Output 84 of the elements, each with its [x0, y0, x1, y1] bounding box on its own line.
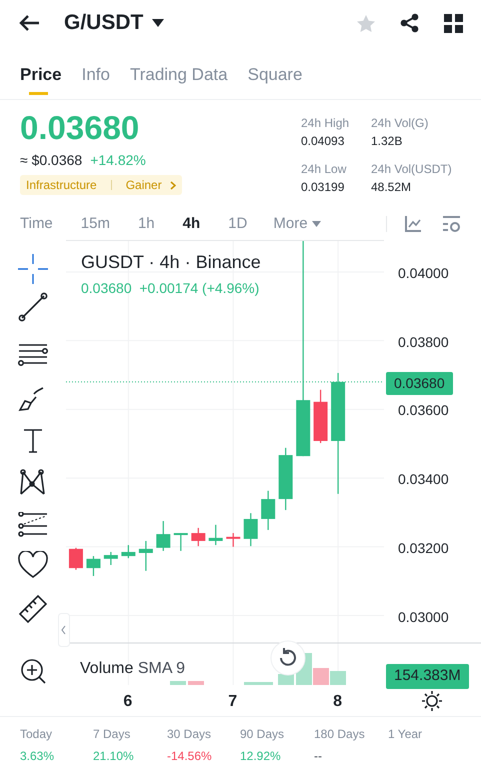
price-axis-label: 0.04000	[398, 264, 449, 283]
grid-icon[interactable]	[444, 14, 463, 32]
interval-tab[interactable]: 1D	[228, 212, 248, 236]
candle	[174, 533, 188, 551]
interval-tab[interactable]: Time	[20, 212, 53, 236]
stat-label: 24h High	[301, 115, 350, 132]
chart-settings-icon[interactable]	[441, 216, 461, 232]
tag: Gainer	[126, 176, 162, 194]
candle	[314, 390, 328, 444]
tag: Infrastructure	[26, 176, 97, 194]
share-icon[interactable]	[400, 13, 420, 33]
fibonacci-icon[interactable]	[18, 512, 48, 537]
candle	[68, 548, 83, 570]
stat-label: 24h Low	[301, 161, 348, 178]
price-axis-label: 0.03200	[398, 538, 449, 558]
last-price: 0.03680	[20, 110, 140, 146]
price-axis-label: 0.03400	[398, 470, 449, 490]
ohlc-summary: 0.03680 +0.00174 (+4.96%)	[81, 279, 260, 298]
interval-tab[interactable]: 15m	[80, 212, 110, 236]
price-axis-label: 0.03800	[398, 332, 449, 352]
candle	[104, 552, 118, 565]
period-label: 1 Year	[388, 726, 424, 743]
candle	[278, 448, 293, 510]
stat-value: 0.03199	[301, 179, 346, 196]
time-axis-label: 8	[333, 692, 342, 712]
ruler-icon[interactable]	[18, 594, 48, 624]
tab[interactable]: Square	[248, 50, 302, 100]
time-axis-label: 7	[228, 692, 238, 712]
interval-tab[interactable]: 4h	[182, 212, 200, 236]
crosshair-icon[interactable]	[18, 254, 48, 284]
period-change: 12.92%	[240, 748, 282, 765]
text-tool-icon[interactable]	[21, 428, 45, 454]
caret-icon	[312, 221, 321, 227]
candle	[191, 528, 206, 546]
more-dropdown[interactable]: More	[273, 212, 321, 236]
volume-title: Volume	[80, 660, 134, 677]
reset-icon[interactable]	[270, 640, 306, 676]
period-change: -14.56%	[167, 748, 213, 765]
period-label: 7 Days	[93, 726, 132, 743]
indicator-chart-icon[interactable]	[405, 216, 421, 232]
chart-title: GUSDT · 4h · Binance	[81, 251, 261, 274]
candle	[244, 513, 258, 546]
pair-title[interactable]: G/USDT	[64, 7, 144, 39]
stat-value: 0.04093	[301, 133, 346, 150]
volume-indicator-label: SMA 9	[138, 660, 185, 677]
candle	[261, 490, 276, 530]
price-change: +14.82%	[90, 151, 146, 170]
period-change: --	[314, 748, 323, 765]
trend-line-icon[interactable]	[18, 292, 48, 322]
candle	[208, 524, 223, 546]
tab[interactable]: Info	[82, 50, 110, 100]
stat-label: 24h Vol(USDT)	[371, 161, 453, 178]
price-axis-label: 0.03000	[398, 608, 449, 626]
interval-tab[interactable]: 1h	[138, 212, 155, 236]
last-price-label: 0.03680	[386, 372, 453, 395]
heart-icon[interactable]	[18, 551, 48, 579]
stat-label: 24h Vol(G)	[371, 115, 430, 132]
candle	[138, 540, 153, 571]
brightness-icon[interactable]	[422, 691, 442, 711]
volume-value-label: 154.383M	[386, 664, 469, 688]
tag-bar[interactable]: Infrastructure Gainer	[20, 175, 182, 196]
period-label: 90 Days	[240, 726, 286, 743]
period-change: 3.63%	[20, 748, 56, 765]
candle	[226, 533, 240, 547]
candle	[121, 545, 136, 558]
candle	[156, 521, 170, 551]
parallel-lines-icon[interactable]	[18, 342, 48, 366]
star-icon[interactable]	[356, 14, 376, 32]
chevron-icon	[170, 180, 176, 190]
period-change: 21.10%	[93, 748, 135, 765]
price-axis-label: 0.03600	[398, 401, 449, 420]
stat-value: 1.32B	[371, 133, 404, 150]
period-label: 180 Days	[314, 726, 366, 743]
back-icon[interactable]	[18, 14, 40, 32]
period-label: 30 Days	[167, 726, 212, 743]
time-axis-label: 6	[123, 692, 132, 712]
period-label: Today	[20, 726, 54, 743]
candle	[86, 556, 100, 576]
zoom-in-icon[interactable]	[20, 658, 46, 684]
tab[interactable]: Price	[20, 50, 62, 100]
stat-value: 48.52M	[371, 179, 412, 196]
fiat-price: ≈ $0.0368	[20, 151, 82, 170]
caret-icon[interactable]	[151, 18, 166, 28]
tab[interactable]: Trading Data	[130, 50, 228, 100]
